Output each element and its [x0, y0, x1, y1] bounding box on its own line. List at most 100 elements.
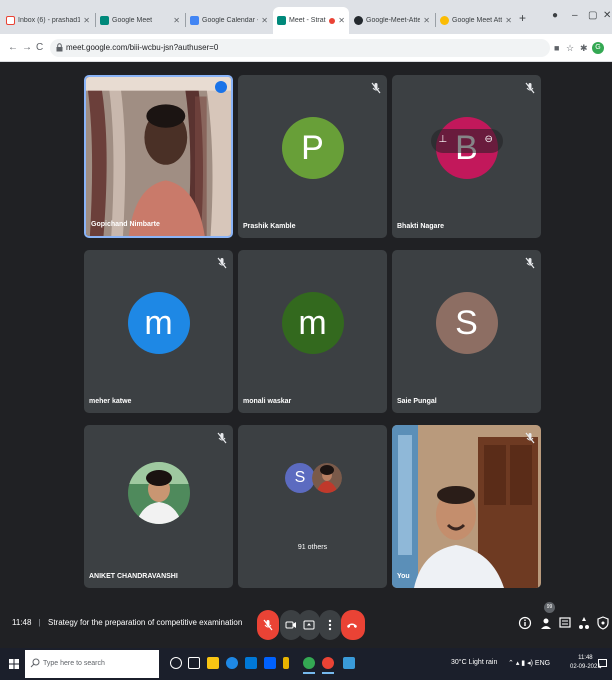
search-icon — [30, 658, 40, 668]
participant-name: You — [397, 573, 410, 580]
back-button[interactable]: ← — [8, 42, 18, 53]
weather-widget[interactable]: 30°C Light rain — [451, 659, 497, 666]
chrome-icon[interactable] — [303, 657, 315, 674]
clock-time: 11:48 — [578, 655, 593, 661]
participant-avatar: m — [127, 291, 190, 354]
people-icon — [541, 618, 551, 629]
google-meet-icon — [277, 16, 286, 25]
github-icon — [354, 16, 363, 25]
store-icon[interactable] — [245, 657, 257, 669]
microphone-toggle-button[interactable] — [257, 610, 279, 640]
mic-off-icon — [217, 256, 227, 269]
remove-icon[interactable]: ⊖ — [485, 134, 493, 145]
participant-tile[interactable]: ANIKET CHANDRAVANSHI — [84, 425, 233, 588]
language-indicator[interactable]: ENG — [535, 660, 550, 667]
tray-chevron-icon[interactable]: ⌃ — [508, 660, 514, 667]
search-placeholder: Type here to search — [43, 660, 105, 667]
meeting-info: 11:48 | Strategy for the preparation of … — [12, 618, 242, 627]
browser-tab[interactable]: Google Calendar - Thursda ✕ — [186, 7, 272, 34]
notification-center-icon[interactable] — [598, 659, 607, 669]
task-view-icon[interactable] — [188, 657, 200, 669]
chat-button[interactable] — [558, 615, 572, 631]
leave-call-button[interactable] — [341, 610, 365, 640]
browser-tab[interactable]: Inbox (6) - prashad11@gm ✕ — [2, 7, 94, 34]
meeting-title: Strategy for the preparation of competit… — [47, 618, 243, 627]
chrome-profile-icon[interactable] — [322, 657, 334, 674]
camera-in-use-icon[interactable]: ■ — [554, 43, 559, 53]
participant-name: Prashik Kamble — [243, 223, 296, 230]
browser-tab[interactable]: Google Meet Attendance - ✕ — [436, 7, 516, 34]
mic-off-icon — [525, 256, 535, 269]
shield-icon — [597, 616, 609, 630]
url-field[interactable]: meet.google.com/biii-wcbu-jsn?authuser=0 — [50, 39, 550, 57]
participant-name: Gopichand Nimbarte — [91, 221, 160, 228]
others-tile[interactable]: S 91 others — [238, 425, 387, 588]
cortana-icon[interactable] — [170, 657, 182, 669]
battery-icon[interactable]: ▮ — [521, 660, 525, 667]
participant-tile[interactable]: m monali waskar — [238, 250, 387, 413]
close-tab-icon[interactable]: ✕ — [423, 16, 430, 25]
participant-tile[interactable]: B ⊥ ⊖ Bhakti Nagare — [392, 75, 541, 238]
app-icon[interactable] — [343, 657, 355, 669]
extensions-icon[interactable]: ✱ — [580, 43, 588, 54]
bookmark-star-icon[interactable]: ☆ — [566, 43, 574, 54]
participant-tile[interactable]: S Saie Pungal — [392, 250, 541, 413]
close-tab-icon[interactable]: ✕ — [173, 16, 180, 25]
network-icon[interactable]: ▴ — [516, 660, 520, 667]
close-tab-icon[interactable]: ✕ — [505, 16, 512, 25]
close-tab-icon[interactable]: ✕ — [338, 16, 345, 25]
more-vert-icon — [328, 619, 332, 631]
participant-name: ANIKET CHANDRAVANSHI — [89, 573, 178, 580]
participant-profile-photo — [128, 462, 190, 524]
info-icon — [518, 616, 532, 630]
taskbar-search-box[interactable]: Type here to search — [25, 650, 159, 678]
participant-avatar: S — [435, 291, 498, 354]
edge-icon[interactable] — [226, 657, 238, 669]
self-video — [392, 425, 541, 588]
tile-hover-controls: ⊥ ⊖ — [430, 128, 503, 153]
participant-profile-photo — [312, 463, 342, 493]
lock-icon — [56, 43, 63, 52]
participant-avatar: m — [281, 291, 344, 354]
app-icon[interactable] — [283, 657, 289, 669]
profile-avatar[interactable]: G — [592, 42, 604, 54]
file-explorer-icon[interactable] — [207, 657, 219, 669]
host-controls-button[interactable] — [596, 615, 610, 631]
separator: | — [38, 618, 41, 627]
forward-button[interactable]: → — [22, 42, 32, 53]
present-screen-button[interactable] — [298, 610, 320, 640]
new-tab-button[interactable]: + — [519, 11, 526, 25]
pin-icon[interactable]: ⊥ — [439, 134, 448, 145]
volume-icon[interactable]: ◂) — [527, 660, 533, 667]
tab-title: Google-Meet-Attendance — [366, 17, 421, 24]
taskbar-clock[interactable]: 11:48 02-09-2021 — [570, 654, 601, 672]
activities-button[interactable] — [577, 615, 591, 631]
reload-button[interactable]: C — [36, 42, 43, 53]
speaking-indicator-icon — [215, 81, 227, 93]
participant-tile[interactable]: Gopichand Nimbarte — [84, 75, 233, 238]
people-count-badge: 99 — [544, 602, 555, 613]
people-button[interactable] — [539, 615, 553, 631]
maximize-button[interactable]: ▢ — [588, 10, 597, 21]
meeting-details-button[interactable] — [518, 615, 532, 631]
close-window-button[interactable]: ✕ — [603, 10, 611, 21]
browser-tab[interactable]: Google-Meet-Attendance ✕ — [350, 7, 434, 34]
close-tab-icon[interactable]: ✕ — [83, 16, 90, 25]
system-tray[interactable]: ⌃ ▴ ▮ ◂) ENG — [508, 659, 550, 667]
participant-tile[interactable]: P Prashik Kamble — [238, 75, 387, 238]
browser-tab-active[interactable]: Meet - Strategy for the ✕ — [273, 7, 349, 34]
self-view-tile[interactable]: You — [392, 425, 541, 588]
dropbox-icon[interactable] — [264, 657, 276, 669]
windows-start-icon[interactable] — [9, 659, 19, 669]
browser-tab[interactable]: Google Meet ✕ — [96, 7, 184, 34]
more-options-button[interactable] — [319, 610, 341, 640]
tab-search-icon[interactable]: ● — [552, 10, 558, 21]
tab-title: Inbox (6) - prashad11@gm — [18, 17, 81, 24]
activities-icon — [579, 617, 589, 629]
chat-icon — [559, 617, 571, 628]
participant-tile[interactable]: m meher katwe — [84, 250, 233, 413]
close-tab-icon[interactable]: ✕ — [261, 16, 268, 25]
windows-taskbar: Type here to search 30°C Light rain ⌃ ▴ … — [0, 648, 612, 680]
minimize-button[interactable]: – — [572, 10, 578, 21]
mic-off-icon — [525, 81, 535, 94]
